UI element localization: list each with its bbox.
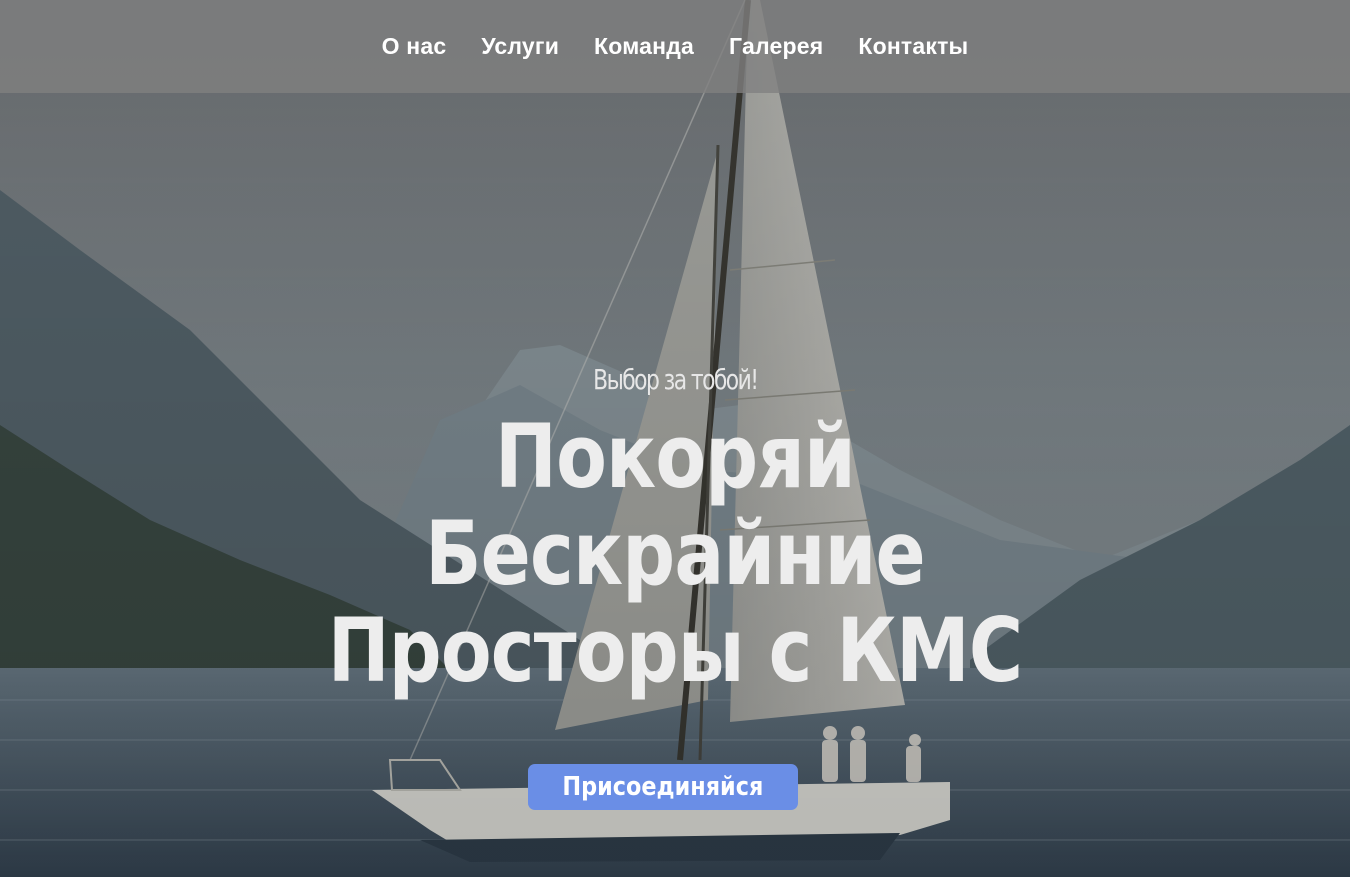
nav-link-about[interactable]: О нас [382,33,447,60]
nav-link-contacts[interactable]: Контакты [858,33,968,60]
hero-title-line: Покоряй [495,405,856,508]
nav-link-services[interactable]: Услуги [481,33,559,60]
hero-title-line: Бескрайние [425,502,925,605]
join-button[interactable]: Присоединяйся [528,764,798,810]
hero-section: О нас Услуги Команда Галерея Контакты Вы… [0,0,1350,877]
hero-title-line: Просторы с КМС [327,599,1023,702]
hero-title: Покоряй Бескрайние Просторы с КМС [108,408,1242,699]
join-button-label: Присоединяйся [562,772,764,802]
nav-link-gallery[interactable]: Галерея [729,33,823,60]
nav-link-team[interactable]: Команда [594,33,694,60]
hero-content: Выбор за тобой! Покоряй Бескрайние Прост… [0,355,1350,699]
top-nav: О нас Услуги Команда Галерея Контакты [0,0,1350,93]
hero-subtitle: Выбор за тобой! [592,363,759,396]
